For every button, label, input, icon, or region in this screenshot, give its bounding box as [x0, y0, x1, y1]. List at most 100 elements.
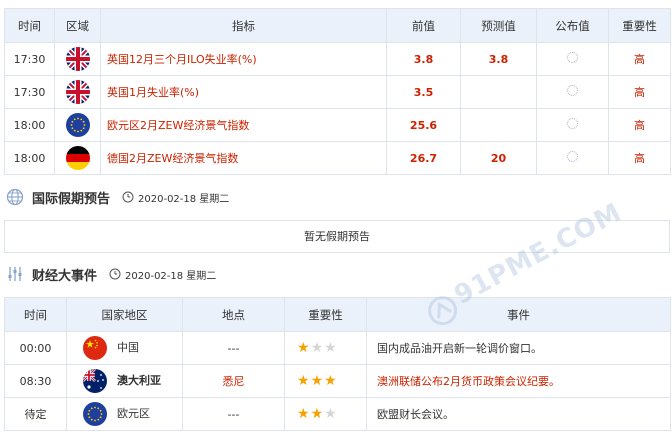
region-flag-cell	[54, 141, 101, 175]
loading-spinner-icon	[567, 85, 578, 96]
table-row: 18:00 德国2月ZEW经济景气指数 26.7 20 高	[4, 141, 671, 175]
cn-flag-icon	[83, 336, 107, 360]
region-flag-cell	[54, 75, 101, 109]
event-location: 悉尼	[182, 364, 285, 398]
event-time: 待定	[4, 397, 67, 431]
star-icon: ★	[310, 406, 325, 422]
importance-stars: ★★★	[284, 397, 367, 431]
previous-value: 26.7	[386, 141, 461, 175]
events-date: 2020-02-18 星期二	[125, 270, 217, 282]
loading-spinner-icon	[567, 52, 578, 63]
col-header-previous: 前值	[386, 8, 461, 43]
loading-spinner-icon	[567, 151, 578, 162]
eu-flag-icon	[83, 402, 107, 426]
event-time: 00:00	[4, 331, 67, 365]
col-header-importance: 重要性	[608, 8, 671, 43]
table-header-row: 时间 区域 指标 前值 预测值 公布值 重要性	[4, 8, 671, 43]
event-location: ---	[182, 331, 285, 365]
table-header-row: 时间 国家地区 地点 重要性 事件	[4, 297, 671, 332]
col-header-event: 事件	[366, 297, 671, 332]
country-name: 澳大利亚	[117, 374, 161, 387]
col-header-region: 区域	[54, 8, 101, 43]
event-time: 08:30	[4, 364, 67, 398]
eu-flag-icon	[65, 113, 90, 137]
uk-flag-icon	[65, 47, 90, 71]
previous-value: 3.8	[386, 42, 461, 76]
actual-value	[536, 108, 609, 142]
importance-stars: ★★★	[284, 364, 367, 398]
star-icon: ★	[324, 406, 338, 422]
importance-value: 高	[608, 141, 671, 175]
col-header-country: 国家地区	[66, 297, 183, 332]
star-icon: ★	[324, 373, 338, 389]
country-cell: 澳大利亚	[66, 364, 183, 398]
holiday-section-title: 国际假期预告	[32, 191, 111, 207]
row-time: 18:00	[4, 108, 55, 142]
indicator-name[interactable]: 德国2月ZEW经济景气指数	[100, 141, 387, 175]
indicator-name[interactable]: 英国12月三个月ILO失业率(%)	[100, 42, 387, 76]
importance-value: 高	[608, 42, 671, 76]
table-row: 待定 欧元区 --- ★★★ 欧盟财长会议。	[4, 397, 671, 431]
au-flag-icon	[83, 369, 107, 393]
col-header-forecast: 预测值	[460, 8, 537, 43]
previous-value: 3.5	[386, 75, 461, 109]
table-row: 17:30 英国1月失业率(%) 3.5 高	[4, 75, 671, 109]
col-header-time: 时间	[4, 297, 67, 332]
star-icon: ★	[310, 340, 325, 356]
financial-events-table: 时间 国家地区 地点 重要性 事件 00:00 中国 --- ★★★ 国内成品油开启新一…	[4, 297, 671, 431]
actual-value	[536, 75, 609, 109]
clock-icon	[122, 191, 134, 203]
event-description: 澳洲联储公布2月货币政策会议纪要。	[366, 364, 671, 398]
forecast-value	[460, 108, 537, 142]
de-flag-icon	[65, 146, 90, 170]
row-time: 17:30	[4, 75, 55, 109]
row-time: 17:30	[4, 42, 55, 76]
economic-calendar-table: 时间 区域 指标 前值 预测值 公布值 重要性 17:30 英国12月三个月ILO…	[4, 8, 671, 175]
events-section-header: 财经大事件 2020-02-18 星期二	[6, 263, 216, 285]
table-row: 18:00 欧元区2月ZEW经济景气指数 25.6 高	[4, 108, 671, 142]
country-cell: 中国	[66, 331, 183, 365]
region-flag-cell	[54, 42, 101, 76]
event-description: 国内成品油开启新一轮调价窗口。	[366, 331, 671, 365]
importance-value: 高	[608, 75, 671, 109]
col-header-importance: 重要性	[284, 297, 367, 332]
event-description: 欧盟财长会议。	[366, 397, 671, 431]
sliders-icon	[8, 267, 22, 281]
star-icon: ★	[297, 406, 311, 422]
watermark-text: 91PME.COM	[449, 197, 627, 311]
col-header-time: 时间	[4, 8, 55, 43]
forecast-value	[460, 75, 537, 109]
forecast-value: 3.8	[460, 42, 537, 76]
country-name: 欧元区	[117, 407, 150, 420]
indicator-name[interactable]: 欧元区2月ZEW经济景气指数	[100, 108, 387, 142]
actual-value	[536, 141, 609, 175]
clock-icon	[109, 268, 121, 280]
country-name: 中国	[117, 341, 139, 354]
events-section-title: 财经大事件	[32, 268, 98, 284]
region-flag-cell	[54, 108, 101, 142]
uk-flag-icon	[65, 80, 90, 104]
forecast-value: 20	[460, 141, 537, 175]
table-row: 08:30 澳大利亚 悉尼 ★★★ 澳洲联储公布2月货币政策会议纪要。	[4, 364, 671, 398]
event-location: ---	[182, 397, 285, 431]
importance-stars: ★★★	[284, 331, 367, 365]
globe-icon	[6, 188, 24, 206]
table-row: 00:00 中国 --- ★★★ 国内成品油开启新一轮调价窗口。	[4, 331, 671, 365]
importance-value: 高	[608, 108, 671, 142]
star-icon: ★	[310, 373, 325, 389]
col-header-actual: 公布值	[536, 8, 609, 43]
loading-spinner-icon	[567, 118, 578, 129]
actual-value	[536, 42, 609, 76]
col-header-location: 地点	[182, 297, 285, 332]
previous-value: 25.6	[386, 108, 461, 142]
holiday-section-header: 国际假期预告 2020-02-18 星期二	[6, 186, 229, 208]
col-header-indicator: 指标	[100, 8, 387, 43]
indicator-name[interactable]: 英国1月失业率(%)	[100, 75, 387, 109]
table-row: 17:30 英国12月三个月ILO失业率(%) 3.8 3.8 高	[4, 42, 671, 76]
holiday-empty-message: 暂无假期预告	[4, 220, 670, 253]
country-cell: 欧元区	[66, 397, 183, 431]
star-icon: ★	[297, 340, 311, 356]
star-icon: ★	[297, 373, 311, 389]
star-icon: ★	[324, 340, 338, 356]
row-time: 18:00	[4, 141, 55, 175]
